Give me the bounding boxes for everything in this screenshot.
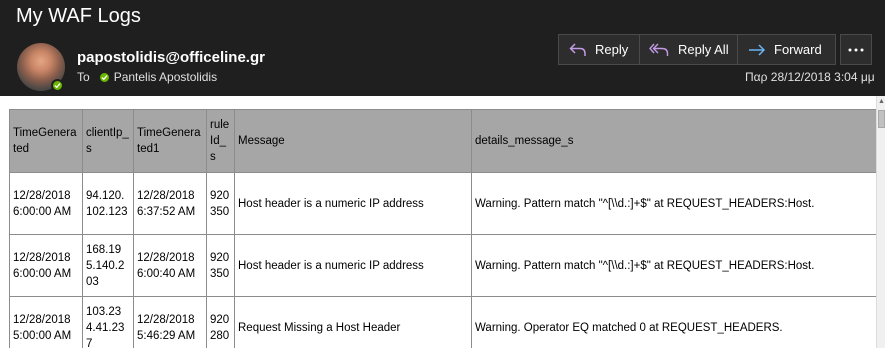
- message-actions: Reply Reply All Forward: [558, 34, 836, 65]
- table-cell: 12/28/2018 6:00:00 AM: [9, 234, 83, 297]
- scrollbar-thumb[interactable]: [878, 110, 885, 128]
- message-body: TimeGenerated clientIp_s TimeGenerated1 …: [0, 96, 885, 348]
- table-cell: Warning. Pattern match "^[\\d.:]+$" at R…: [471, 234, 880, 297]
- to-label: To: [77, 70, 90, 84]
- reply-button[interactable]: Reply: [559, 35, 640, 64]
- reply-all-label: Reply All: [678, 42, 729, 57]
- table-cell: Warning. Pattern match "^[\\d.:]+$" at R…: [471, 172, 880, 235]
- reply-all-arrow-icon: [649, 43, 669, 56]
- table-cell: 920350: [206, 234, 235, 297]
- table-cell: 920350: [206, 172, 235, 235]
- more-actions-button[interactable]: [840, 34, 872, 65]
- waf-logs-table: TimeGenerated clientIp_s TimeGenerated1 …: [9, 109, 880, 348]
- table-cell: 12/28/2018 6:00:40 AM: [133, 234, 207, 297]
- column-header: TimeGenerated: [9, 109, 83, 173]
- sent-date: Παρ 28/12/2018 3:04 μμ: [745, 70, 875, 84]
- column-header: details_message_s: [471, 109, 880, 173]
- table-cell: 12/28/2018 5:46:29 AM: [133, 296, 207, 348]
- table-cell: 94.120.102.123: [82, 172, 134, 235]
- table-cell: 12/28/2018 6:00:00 AM: [9, 172, 83, 235]
- recipient-line: To Pantelis Apostolidis: [77, 70, 217, 84]
- email-subject: My WAF Logs: [16, 5, 141, 27]
- reply-label: Reply: [595, 42, 629, 57]
- more-ellipsis-icon: [848, 48, 864, 51]
- table-row: 12/28/2018 6:00:00 AM 168.195.140.203 12…: [9, 234, 880, 297]
- presence-available-icon: [51, 79, 64, 92]
- table-cell: Host header is a numeric IP address: [234, 172, 472, 235]
- table-cell: 168.195.140.203: [82, 234, 134, 297]
- recipient-presence-icon: [99, 72, 109, 82]
- vertical-scrollbar[interactable]: ▲: [876, 96, 885, 348]
- table-cell: 12/28/2018 6:37:52 AM: [133, 172, 207, 235]
- table-cell: 103.234.41.237: [82, 296, 134, 348]
- table-cell: Request Missing a Host Header: [234, 296, 472, 348]
- column-header: Message: [234, 109, 472, 173]
- recipient-name[interactable]: Pantelis Apostolidis: [114, 70, 217, 84]
- column-header: clientIp_s: [82, 109, 134, 173]
- reply-all-button[interactable]: Reply All: [640, 35, 738, 64]
- sender-address[interactable]: papostolidis@officeline.gr: [77, 49, 265, 66]
- table-cell: Warning. Operator EQ matched 0 at REQUES…: [471, 296, 880, 348]
- scroll-up-arrow-icon[interactable]: ▲: [878, 98, 885, 105]
- column-header: TimeGenerated1: [133, 109, 207, 173]
- table-header-row: TimeGenerated clientIp_s TimeGenerated1 …: [9, 109, 880, 173]
- forward-label: Forward: [774, 42, 822, 57]
- table-cell: 12/28/2018 5:00:00 AM: [9, 296, 83, 348]
- forward-arrow-icon: [749, 43, 766, 56]
- message-header: My WAF Logs papostolidis@officeline.gr T…: [0, 0, 885, 96]
- forward-button[interactable]: Forward: [738, 35, 835, 64]
- table-cell: 920280: [206, 296, 235, 348]
- column-header: ruleId_s: [206, 109, 235, 173]
- reply-arrow-icon: [569, 42, 586, 56]
- table-row: 12/28/2018 6:00:00 AM 94.120.102.123 12/…: [9, 172, 880, 235]
- table-cell: Host header is a numeric IP address: [234, 234, 472, 297]
- table-row: 12/28/2018 5:00:00 AM 103.234.41.237 12/…: [9, 296, 880, 348]
